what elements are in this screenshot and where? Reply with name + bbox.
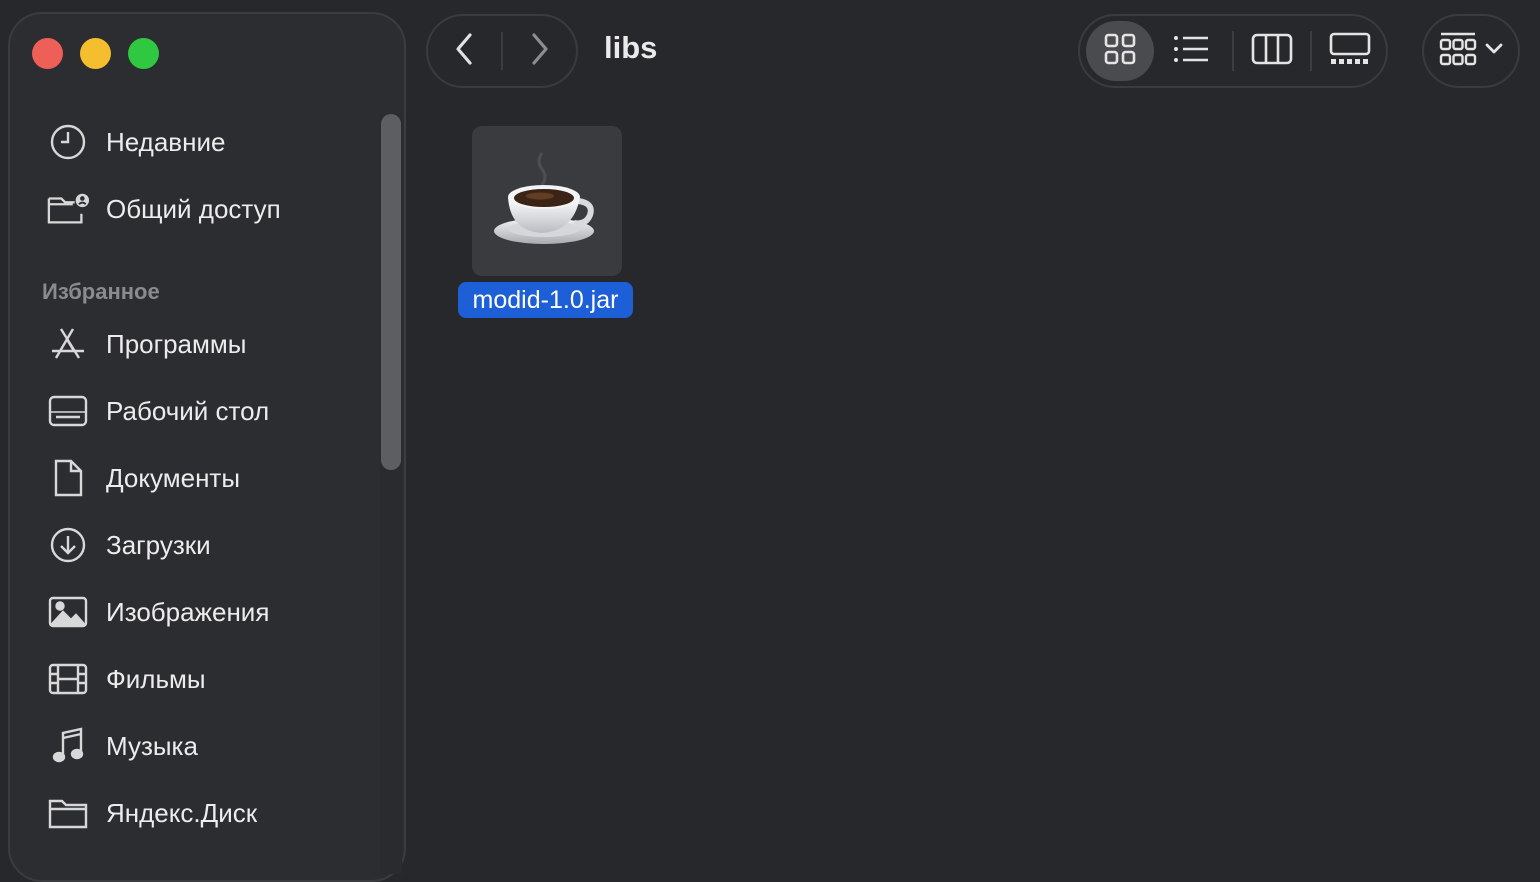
columns-icon	[1251, 33, 1293, 70]
forward-button[interactable]	[503, 16, 576, 86]
grid-icon	[1103, 32, 1137, 71]
sidebar-item-documents[interactable]: Документы	[46, 454, 240, 502]
photos-icon	[46, 590, 90, 634]
chevron-down-icon	[1484, 42, 1504, 61]
back-button[interactable]	[428, 16, 501, 86]
list-icon	[1172, 34, 1210, 69]
view-mode-switcher	[1078, 14, 1388, 88]
folder-icon	[46, 791, 90, 835]
scrollbar-thumb[interactable]	[381, 114, 401, 470]
view-columns-button[interactable]	[1238, 21, 1306, 81]
sidebar-item-desktop[interactable]: Рабочий стол	[46, 387, 269, 435]
sidebar-item-label: Загрузки	[106, 529, 211, 560]
sidebar-item-shared[interactable]: Общий доступ	[46, 185, 281, 233]
applications-icon	[46, 322, 90, 366]
sidebar-item-label: Общий доступ	[106, 193, 281, 224]
view-divider	[1310, 31, 1312, 71]
group-by-button[interactable]	[1422, 14, 1520, 88]
close-button[interactable]	[32, 38, 63, 69]
sidebar-item-yandex-disk[interactable]: Яндекс.Диск	[46, 789, 257, 837]
sidebar-item-recents[interactable]: Недавние	[46, 118, 225, 166]
view-divider	[1232, 31, 1234, 71]
view-gallery-button[interactable]	[1316, 21, 1384, 81]
group-grid-icon	[1438, 30, 1478, 73]
sidebar-item-pictures[interactable]: Изображения	[46, 588, 269, 636]
sidebar-scrollbar[interactable]	[380, 114, 402, 874]
sidebar-item-applications[interactable]: Программы	[46, 320, 246, 368]
sidebar-item-label: Программы	[106, 328, 247, 359]
sidebar-item-label: Недавние	[106, 126, 226, 157]
sidebar-item-label: Документы	[106, 462, 241, 493]
gallery-icon	[1329, 32, 1371, 71]
film-icon	[46, 657, 90, 701]
file-name-label[interactable]: modid-1.0.jar	[458, 282, 633, 318]
sidebar-item-label: Рабочий стол	[106, 395, 270, 426]
view-icons-button[interactable]	[1086, 21, 1154, 81]
window-controls	[32, 38, 159, 69]
chevron-left-icon	[453, 32, 477, 71]
clock-icon	[46, 120, 90, 164]
sidebar-item-movies[interactable]: Фильмы	[46, 655, 206, 703]
sidebar-item-music[interactable]: Музыка	[46, 722, 198, 770]
navigation-buttons	[426, 14, 578, 88]
document-icon	[46, 456, 90, 500]
chevron-right-icon	[527, 32, 551, 71]
java-coffee-cup-icon	[492, 149, 602, 254]
view-list-button[interactable]	[1154, 21, 1228, 81]
download-icon	[46, 523, 90, 567]
minimize-button[interactable]	[80, 38, 111, 69]
sidebar: Недавние Общий доступ Избранное Программ…	[8, 12, 406, 882]
sidebar-item-label: Фильмы	[106, 663, 206, 694]
sidebar-item-label: Яндекс.Диск	[106, 797, 258, 828]
favorites-section-title: Избранное	[42, 279, 160, 304]
sidebar-item-label: Музыка	[106, 730, 198, 761]
sidebar-item-label: Изображения	[106, 596, 270, 627]
zoom-button[interactable]	[128, 38, 159, 69]
desktop-icon	[46, 389, 90, 433]
sidebar-item-downloads[interactable]: Загрузки	[46, 521, 211, 569]
window-title: libs	[604, 30, 658, 65]
file-thumbnail[interactable]	[472, 126, 622, 276]
shared-folder-icon	[46, 187, 90, 231]
music-icon	[46, 724, 90, 768]
